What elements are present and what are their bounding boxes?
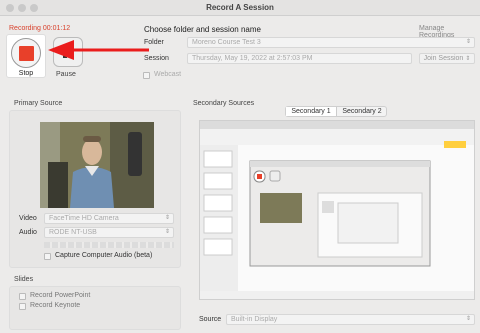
- tab-secondary-2[interactable]: Secondary 2: [337, 107, 387, 116]
- camera-preview: [40, 122, 154, 208]
- stop-icon: [11, 38, 41, 68]
- chevron-updown-icon: ⇕: [164, 215, 170, 221]
- video-label: Video: [19, 215, 37, 222]
- stop-label: Stop: [18, 70, 34, 77]
- record-keynote-checkbox[interactable]: [19, 303, 26, 310]
- capture-audio-label: Capture Computer Audio (beta): [55, 252, 153, 259]
- secondary-screen-preview: [199, 120, 475, 300]
- join-session-button[interactable]: Join Session ⇕: [419, 53, 475, 64]
- secondary-source-select[interactable]: Built-in Display ⇕: [226, 314, 475, 325]
- primary-source-title: Primary Source: [14, 100, 63, 107]
- chevron-updown-icon: ⇕: [465, 56, 471, 62]
- tab-secondary-1[interactable]: Secondary 1: [286, 107, 337, 116]
- audio-label: Audio: [19, 229, 37, 236]
- secondary-tabs: Secondary 1 Secondary 2: [285, 106, 387, 117]
- chevron-updown-icon: ⇕: [465, 316, 471, 322]
- record-powerpoint-label: Record PowerPoint: [30, 292, 91, 299]
- slides-title: Slides: [14, 276, 34, 283]
- chevron-updown-icon: ⇕: [465, 39, 471, 45]
- session-label: Session: [144, 55, 169, 62]
- capture-audio-checkbox[interactable]: [44, 253, 51, 260]
- webcast-label: Webcast: [154, 71, 182, 78]
- folder-label: Folder: [144, 39, 164, 46]
- window-titlebar: Record A Session: [0, 0, 480, 16]
- audio-level-meter: [44, 242, 174, 248]
- window-title: Record A Session: [206, 3, 274, 12]
- record-keynote-label: Record Keynote: [30, 302, 81, 309]
- record-powerpoint-checkbox[interactable]: [19, 293, 26, 300]
- webcast-checkbox[interactable]: [143, 72, 150, 79]
- folder-select[interactable]: Moreno Course Test 3 ⇕: [187, 37, 475, 48]
- video-source-select[interactable]: FaceTime HD Camera ⇕: [44, 213, 174, 224]
- chevron-updown-icon: ⇕: [164, 229, 170, 235]
- stop-button[interactable]: Stop: [6, 34, 46, 78]
- pause-label: Pause: [56, 71, 76, 78]
- secondary-sources-title: Secondary Sources: [193, 100, 255, 107]
- session-input[interactable]: Thursday, May 19, 2022 at 2:57:03 PM: [187, 53, 412, 64]
- annotation-arrow-icon: [48, 40, 149, 60]
- source-label: Source: [199, 316, 222, 323]
- audio-source-select[interactable]: RODE NT-USB ⇕: [44, 227, 174, 238]
- choose-folder-heading: Choose folder and session name: [144, 25, 261, 34]
